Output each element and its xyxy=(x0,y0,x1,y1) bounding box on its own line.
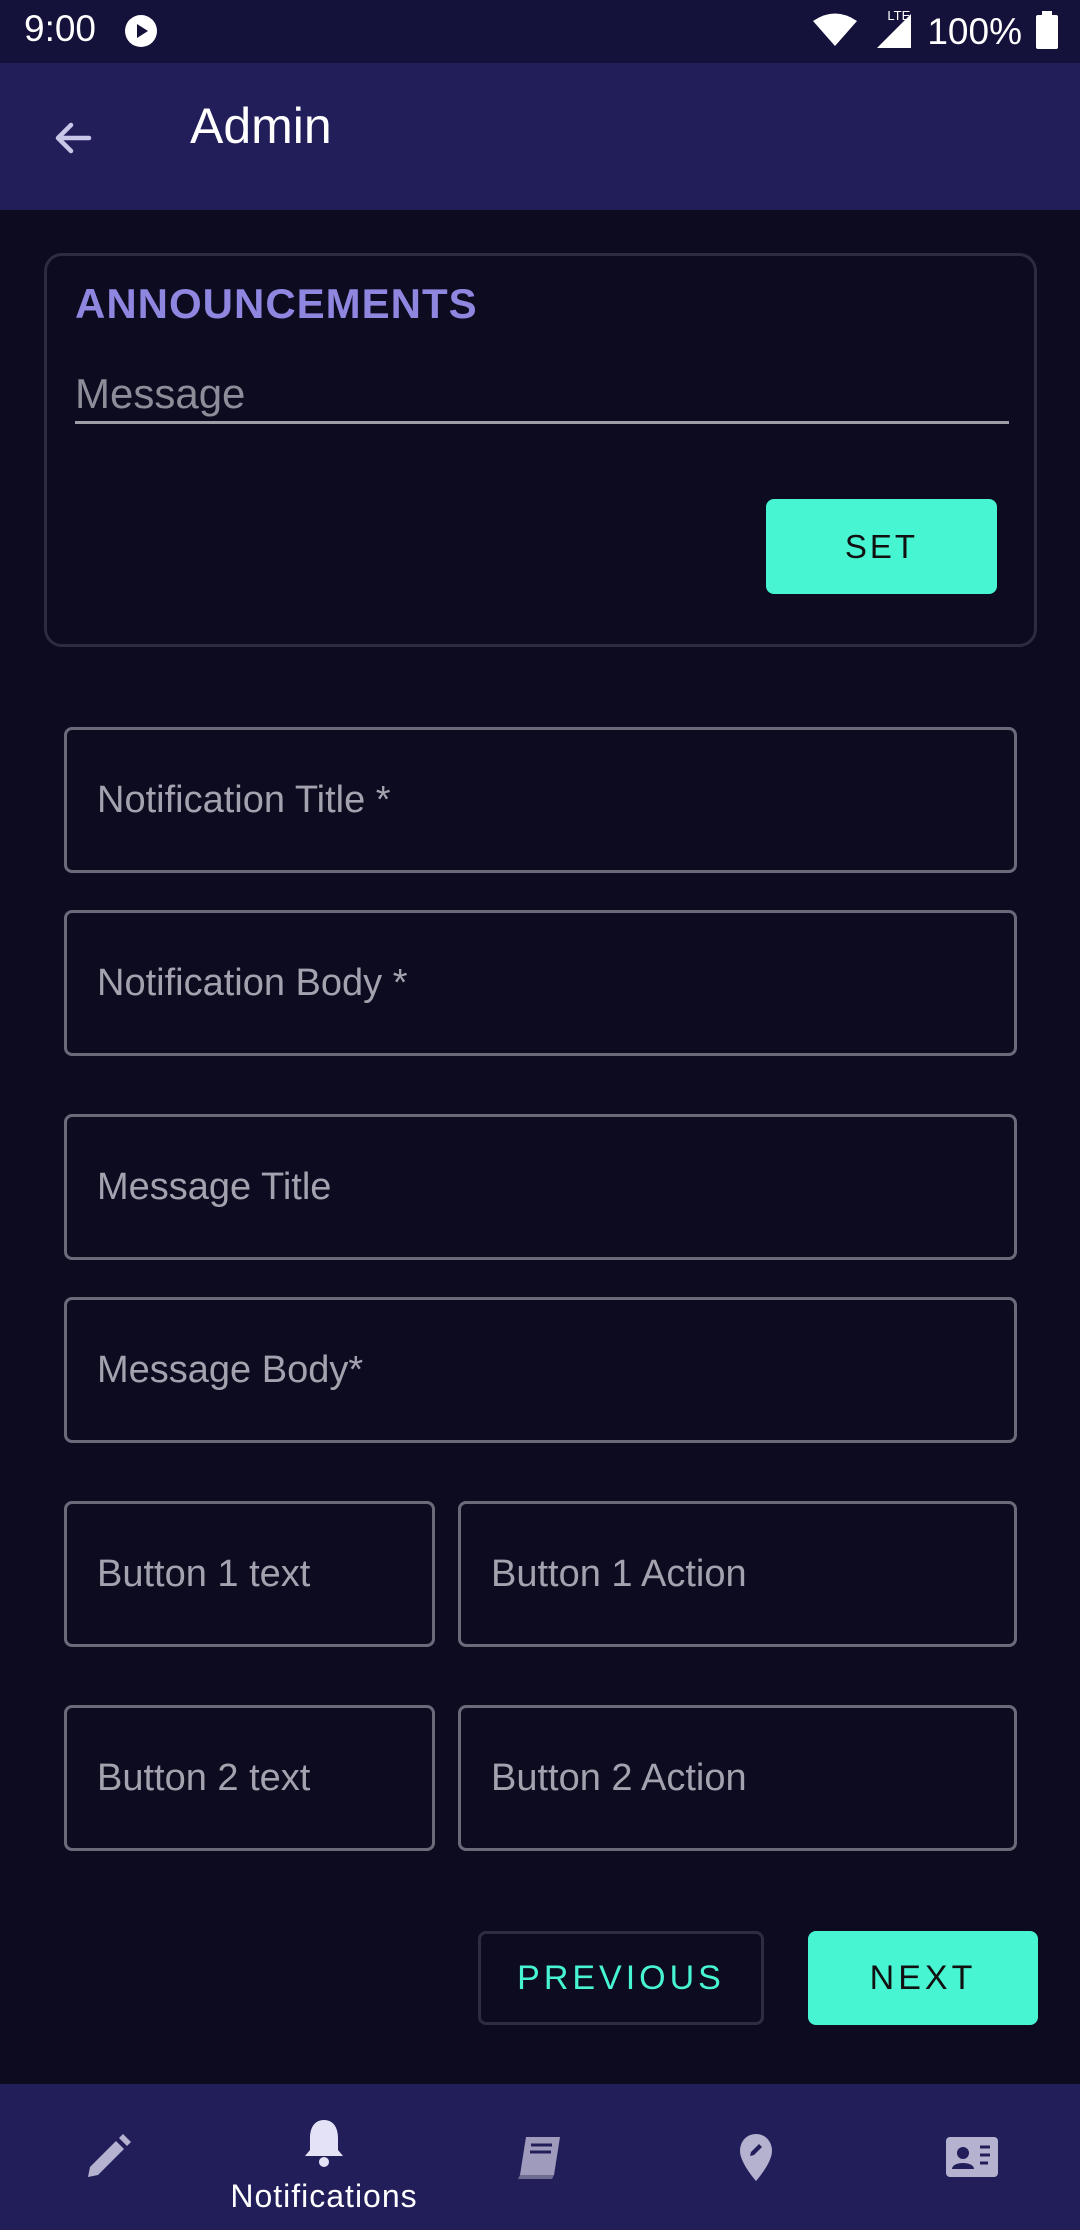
button1-action-input[interactable] xyxy=(458,1501,1017,1647)
nav-item-book[interactable] xyxy=(432,2084,648,2230)
bottom-navigation: Notifications xyxy=(0,2084,1080,2230)
previous-button[interactable]: PREVIOUS xyxy=(478,1931,764,2025)
nav-item-edit[interactable] xyxy=(0,2084,216,2230)
page-title: Admin xyxy=(190,98,332,154)
map-pin-icon xyxy=(740,2134,772,2181)
status-indicators: LTE 100% xyxy=(811,8,1058,56)
wifi-icon xyxy=(811,12,859,53)
nav-item-notifications[interactable]: Notifications xyxy=(216,2084,432,2230)
set-button[interactable]: SET xyxy=(766,499,997,594)
announcements-card: ANNOUNCEMENTS SET xyxy=(44,253,1037,647)
nav-item-location[interactable] xyxy=(648,2084,864,2230)
book-icon xyxy=(518,2137,560,2179)
signal-icon: LTE xyxy=(873,7,913,55)
arrow-left-icon xyxy=(55,122,92,154)
back-button[interactable] xyxy=(40,105,106,171)
network-type-label: LTE xyxy=(887,7,911,23)
notification-body-input[interactable] xyxy=(64,910,1017,1056)
pencil-icon xyxy=(88,2134,131,2177)
button2-action-input[interactable] xyxy=(458,1705,1017,1851)
app-bar: Admin xyxy=(0,63,1080,210)
message-title-input[interactable] xyxy=(64,1114,1017,1260)
button1-text-input[interactable] xyxy=(64,1501,435,1647)
nav-item-contacts[interactable] xyxy=(864,2084,1080,2230)
announcements-heading: ANNOUNCEMENTS xyxy=(75,280,478,327)
button2-text-input[interactable] xyxy=(64,1705,435,1851)
message-body-input[interactable] xyxy=(64,1297,1017,1443)
nav-item-label: Notifications xyxy=(230,2177,418,2214)
status-time: 9:00 xyxy=(24,8,97,49)
notification-title-input[interactable] xyxy=(64,727,1017,873)
battery-percent: 100% xyxy=(927,11,1022,52)
contact-card-icon xyxy=(946,2137,998,2177)
next-button[interactable]: NEXT xyxy=(808,1931,1038,2025)
battery-icon xyxy=(1036,10,1058,54)
announcement-message-input[interactable] xyxy=(75,366,1009,424)
status-bar: 9:00 LTE 100% xyxy=(0,0,1080,63)
play-icon xyxy=(124,14,158,48)
bell-icon xyxy=(305,2119,343,2167)
